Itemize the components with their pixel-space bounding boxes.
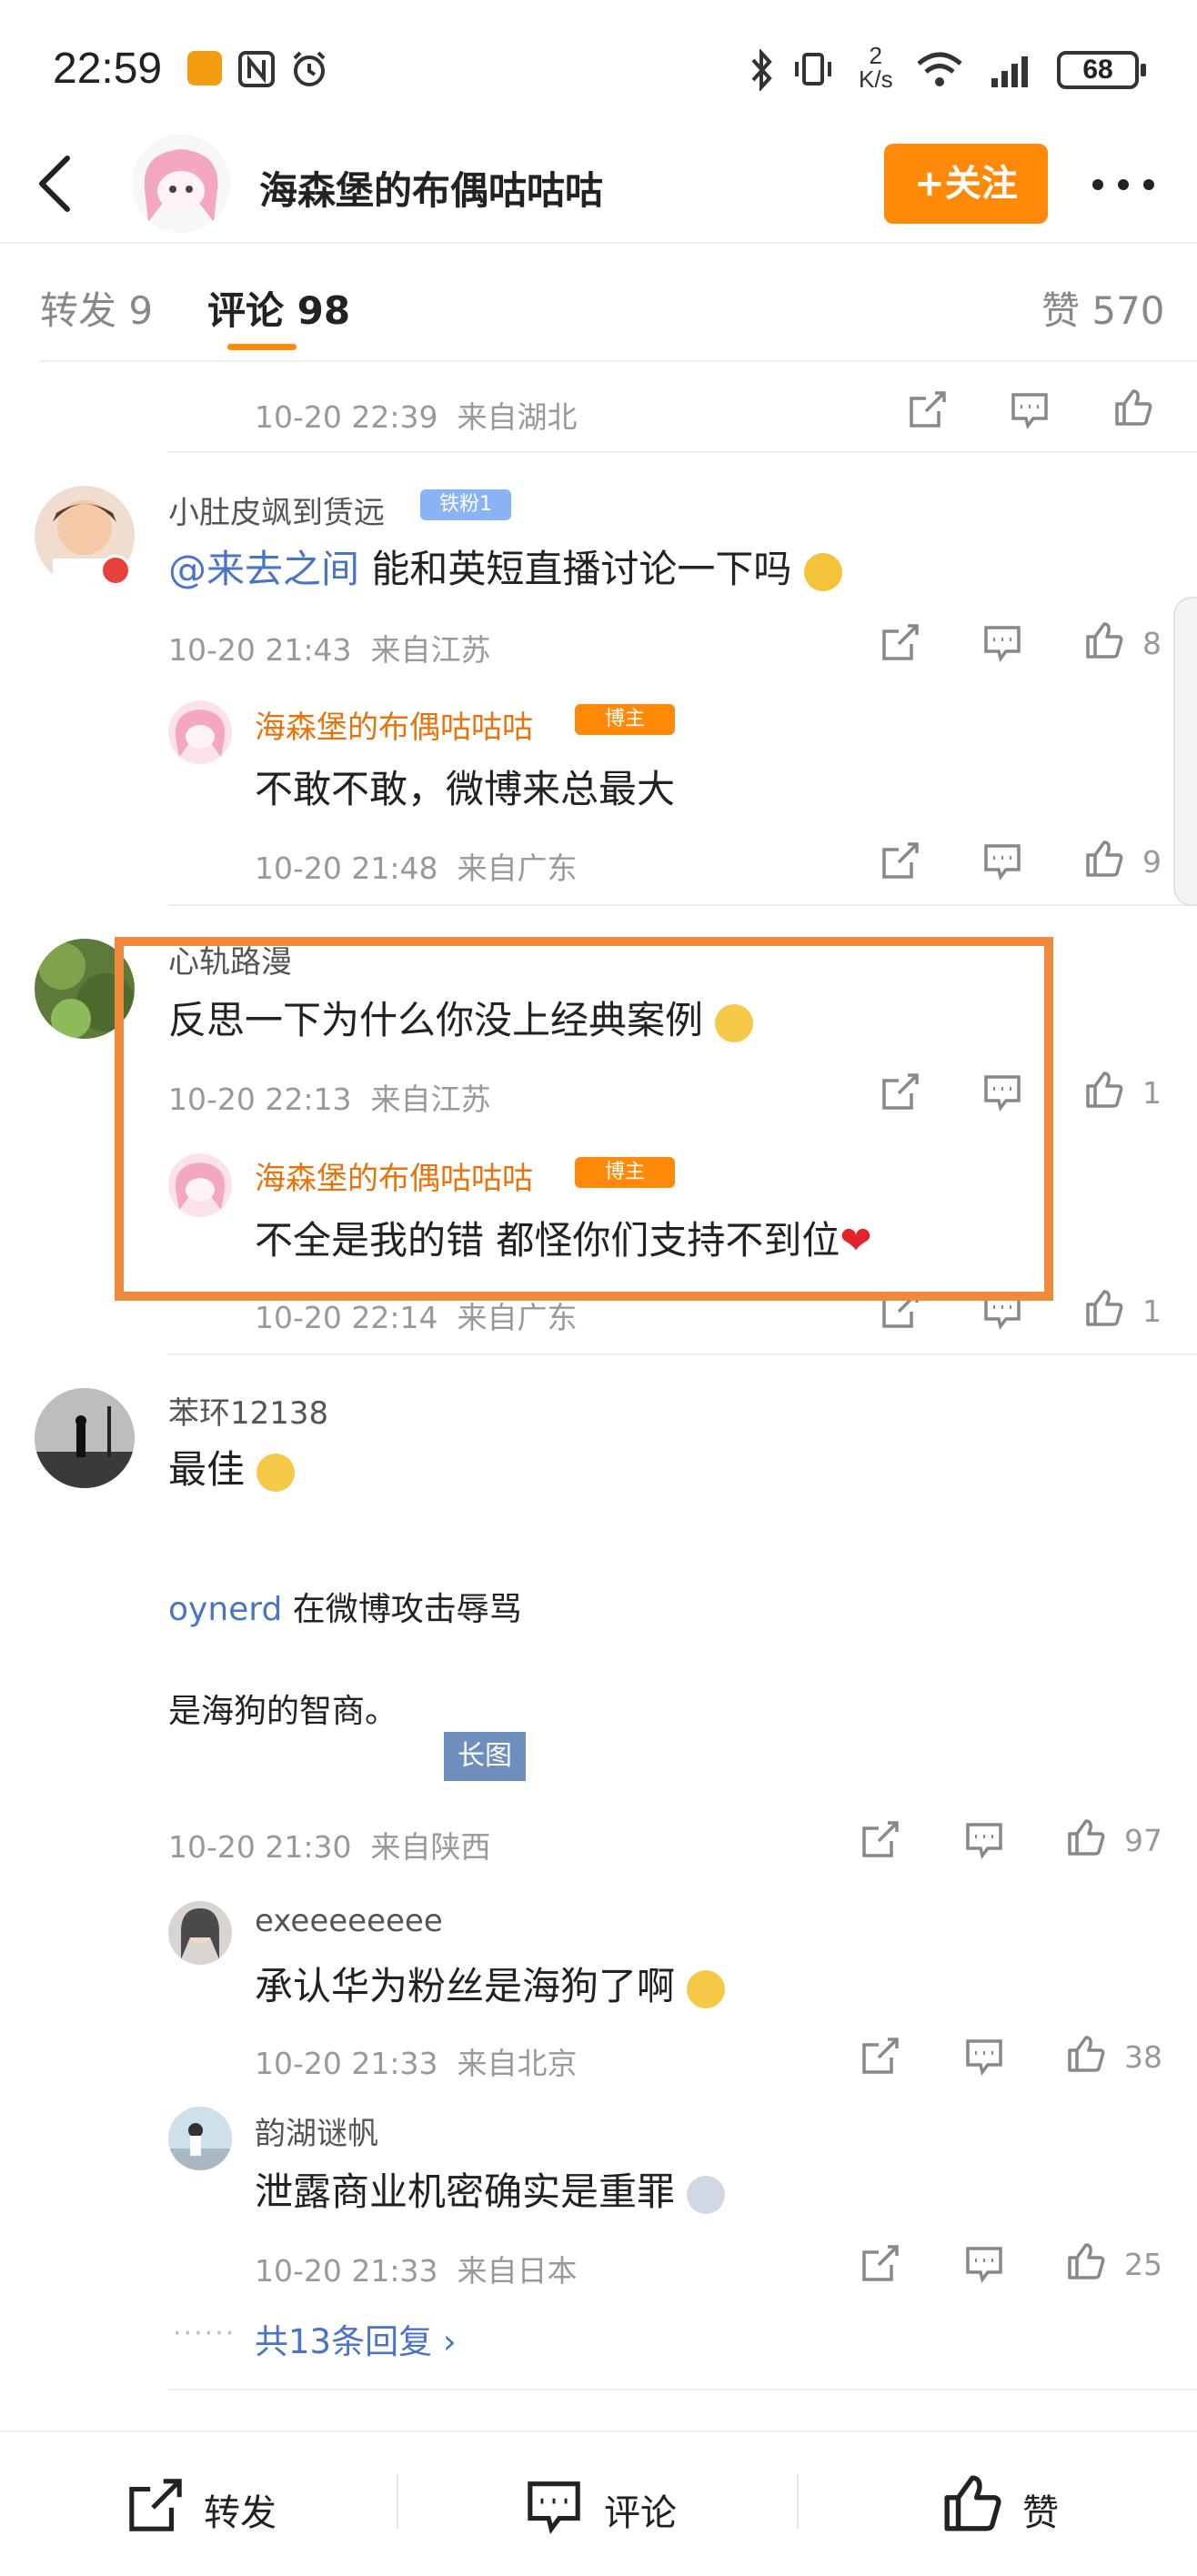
nfc-icon — [238, 51, 275, 87]
reply-text: 承认华为粉丝是海狗了啊 — [255, 1956, 726, 2011]
view-more-replies-link[interactable]: 共13条回复 › — [255, 2314, 457, 2363]
wifi-icon — [917, 52, 962, 86]
like-count: 1 — [1142, 1293, 1162, 1329]
comment-button[interactable]: 评论 — [604, 2483, 677, 2536]
status-time: 22:59 — [53, 45, 163, 93]
comment-icon[interactable] — [982, 840, 1022, 880]
like-icon[interactable] — [1066, 1817, 1106, 1857]
app-notification-icon — [187, 51, 222, 86]
like-icon[interactable] — [1084, 620, 1124, 660]
like-count: 38 — [1124, 2039, 1162, 2075]
vip-badge-icon — [100, 555, 131, 586]
tab-comments[interactable]: 评论 98 — [207, 280, 350, 336]
share-icon[interactable] — [880, 622, 920, 662]
share-icon[interactable] — [880, 840, 920, 880]
signal-icon — [991, 56, 1028, 87]
reply-avatar[interactable] — [168, 1901, 232, 1965]
reply-username[interactable]: exeeeeeeee — [255, 1903, 443, 1939]
active-tab-indicator — [227, 344, 297, 350]
like-icon[interactable] — [1084, 1070, 1124, 1110]
comment-meta: 10-20 21:30 来自陕西 — [168, 1829, 491, 1865]
reply-avatar[interactable] — [168, 2107, 232, 2170]
comment-icon[interactable] — [522, 2476, 586, 2534]
comment-meta: 10-20 21:43 来自江苏 — [168, 632, 491, 668]
like-count: 9 — [1142, 844, 1162, 880]
laugh-cry-emoji-icon — [687, 1969, 726, 2008]
reply-meta: 10-20 21:48 来自广东 — [255, 850, 578, 886]
share-icon[interactable] — [860, 2243, 900, 2283]
reply-text: 不敢不敢，微博来总最大 — [255, 767, 676, 811]
comment-icon[interactable] — [1010, 389, 1050, 429]
like-icon[interactable] — [1066, 2241, 1106, 2281]
like-icon[interactable] — [1084, 839, 1124, 879]
author-avatar[interactable] — [132, 135, 230, 233]
thread-dots: ······ — [173, 2318, 236, 2350]
like-button[interactable]: 赞 — [1022, 2483, 1059, 2536]
back-arrow-icon[interactable] — [35, 155, 78, 213]
comment-icon[interactable] — [982, 622, 1022, 662]
comment-text: @来去之间 能和英短直播讨论一下吗 — [168, 538, 842, 594]
bottom-bar-separator — [797, 2474, 799, 2529]
highlight-box — [115, 937, 1053, 1301]
reply-meta: 10-20 21:33 来自北京 — [255, 2046, 578, 2081]
comment-username[interactable]: 小肚皮飒到赁远 — [168, 488, 385, 532]
header-divider — [0, 242, 1197, 244]
like-count: 8 — [1142, 626, 1162, 661]
share-icon[interactable] — [860, 2036, 900, 2076]
repost-icon[interactable] — [124, 2476, 187, 2534]
share-icon[interactable] — [860, 1819, 900, 1859]
repost-button[interactable]: 转发 — [204, 2483, 277, 2536]
comment-icon[interactable] — [964, 2243, 1004, 2283]
comment-icon[interactable] — [964, 1819, 1004, 1859]
comment-divider — [168, 451, 1197, 453]
like-count: 1 — [1142, 1075, 1162, 1111]
user-mention-link[interactable]: @来去之间 — [168, 547, 359, 591]
author-reply-avatar[interactable] — [168, 700, 232, 764]
tabs-divider — [40, 360, 1197, 362]
comment-text: 最佳 — [168, 1439, 296, 1494]
alarm-icon — [293, 51, 326, 86]
comment-divider — [168, 904, 1197, 906]
like-icon[interactable] — [1084, 1288, 1124, 1328]
vibrate-icon — [795, 53, 831, 86]
reply-username[interactable]: 韵湖谜帆 — [255, 2108, 378, 2153]
reply-meta: 10-20 21:33 来自日本 — [255, 2253, 578, 2289]
doge-emoji-icon — [803, 552, 842, 591]
bottom-bar-separator — [397, 2474, 398, 2529]
comment-username[interactable]: 苯环12138 — [168, 1388, 328, 1433]
like-icon[interactable] — [1113, 387, 1153, 428]
like-count: 25 — [1124, 2247, 1162, 2282]
comment-image-text-line2: 是海狗的智商。 — [168, 1693, 398, 1730]
blogger-badge: 博主 — [575, 704, 675, 735]
fan-level-badge: 铁粉1 — [420, 489, 511, 520]
like-icon[interactable] — [1066, 2034, 1106, 2074]
bluetooth-icon — [751, 49, 772, 91]
comment-icon[interactable] — [964, 2036, 1004, 2076]
comment-divider — [168, 2389, 1197, 2390]
husky-emoji-icon — [687, 2175, 726, 2214]
like-icon[interactable] — [940, 2472, 1004, 2534]
reply-meta: 10-20 22:39 来自湖北 — [255, 399, 578, 435]
tab-reposts[interactable]: 转发 9 — [40, 280, 153, 336]
more-options-icon[interactable] — [1091, 178, 1155, 191]
author-name[interactable]: 海森堡的布偶咕咕咕 — [259, 160, 603, 216]
long-image-tag[interactable]: 长图 — [444, 1732, 526, 1781]
comment-image-text-line1: oynerd 在微博攻击辱骂 — [168, 1591, 522, 1628]
tab-likes[interactable]: 赞 570 — [1041, 280, 1165, 336]
comment-divider — [168, 1353, 1197, 1355]
commenter-avatar[interactable] — [35, 1388, 135, 1488]
share-icon[interactable] — [908, 389, 948, 429]
laugh-cry-emoji-icon — [256, 1453, 296, 1492]
net-speed: 2 K/s — [859, 42, 893, 93]
battery-indicator: 68 — [1057, 51, 1146, 89]
reply-author-name[interactable]: 海森堡的布偶咕咕咕 — [255, 702, 533, 747]
reply-text: 泄露商业机密确实是重罪 — [255, 2161, 726, 2217]
like-count: 97 — [1124, 1823, 1162, 1858]
side-drawer-handle[interactable] — [1173, 597, 1197, 906]
follow-button[interactable]: +关注 — [884, 144, 1048, 224]
